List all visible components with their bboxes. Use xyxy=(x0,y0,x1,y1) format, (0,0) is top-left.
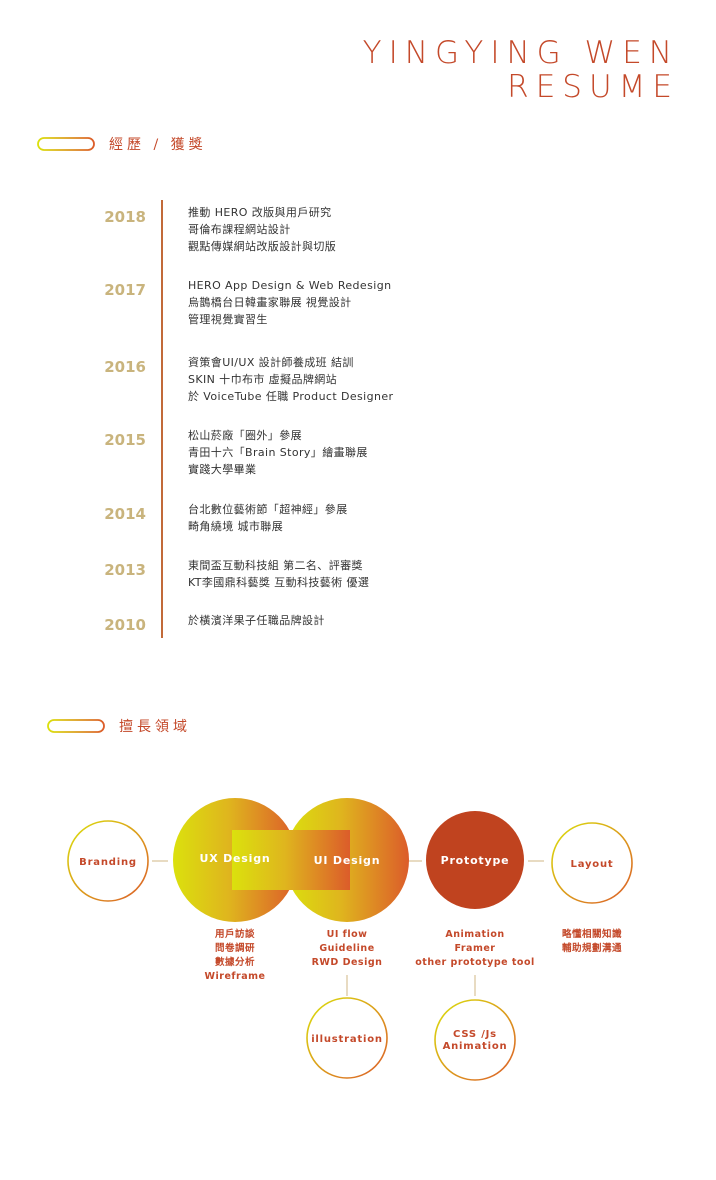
timeline-year: 2010 xyxy=(104,616,146,634)
pill-icon xyxy=(47,719,105,733)
list-item: Framer xyxy=(454,943,496,954)
experience-section-header: 經歷 / 獲獎 xyxy=(37,134,207,154)
list-item: Wireframe xyxy=(204,971,266,982)
timeline-item: KT李國鼎科藝獎 互動科技藝術 優選 xyxy=(188,576,370,589)
timeline-year: 2014 xyxy=(104,505,146,523)
name-heading: YINGYING WEN xyxy=(362,35,679,71)
pill-icon xyxy=(37,137,95,151)
experience-heading: 經歷 / 獲獎 xyxy=(109,137,207,153)
blob-neck-top xyxy=(265,778,317,810)
timeline-item: 資策會UI/UX 設計師養成班 結訓 xyxy=(188,356,354,369)
timeline-item: 台北數位藝術節「超神經」參展 xyxy=(188,503,348,516)
list-item: 數據分析 xyxy=(214,957,255,968)
css-js-node xyxy=(434,999,516,1081)
timeline-year: 2018 xyxy=(104,208,146,226)
timeline-item: SKIN 十巾布市 虛擬品牌網站 xyxy=(188,373,338,386)
timeline-line xyxy=(161,200,163,638)
list-item: 用戶訪談 xyxy=(214,929,255,940)
list-item: RWD Design xyxy=(311,957,383,968)
list-item: 輔助規劃溝通 xyxy=(561,943,622,954)
resume-title: YINGYING WEN RESUME xyxy=(363,36,679,104)
timeline-item: 東間盃互動科技組 第二名、評審獎 xyxy=(188,559,363,572)
timeline-item: 畸角繞境 城市聯展 xyxy=(188,520,284,533)
list-item: other prototype tool xyxy=(415,957,535,968)
prototype-skill-list: Animation Framer other prototype tool xyxy=(405,928,545,970)
ui-design-label: UI Design xyxy=(314,854,381,867)
list-item: 略懂相關知識 xyxy=(561,929,622,940)
timeline-item: 管理視覺實習生 xyxy=(188,313,268,326)
ux-skill-list: 用戶訪談 問卷調研 數據分析 Wireframe xyxy=(185,928,285,984)
timeline-item: 青田十六「Brain Story」繪畫聯展 xyxy=(188,446,368,459)
timeline-year: 2015 xyxy=(104,431,146,449)
layout-label: Layout xyxy=(571,859,614,870)
prototype-label: Prototype xyxy=(441,854,510,867)
branding-label: Branding xyxy=(79,857,137,868)
resume-heading: RESUME xyxy=(507,69,679,106)
list-item: 問卷調研 xyxy=(214,943,255,954)
timeline-item: 實踐大學畢業 xyxy=(188,463,257,476)
illustration-label: illustration xyxy=(311,1034,383,1045)
timeline-item: 烏鵲橋台日韓畫家聯展 視覺設計 xyxy=(188,296,352,309)
list-item: UI flow xyxy=(326,929,368,940)
timeline-item: 於橫濱洋果子任職品牌設計 xyxy=(188,614,325,627)
timeline-year: 2017 xyxy=(104,281,146,299)
timeline-item: 於 VoiceTube 任職 Product Designer xyxy=(188,390,394,403)
timeline-item: HERO App Design & Web Redesign xyxy=(188,279,392,292)
timeline-item: 推動 HERO 改版與用戶研究 xyxy=(188,206,332,219)
skills-heading: 擅長領域 xyxy=(119,719,191,735)
css-animation-label: Animation xyxy=(443,1041,508,1052)
layout-skill-list: 略懂相關知識 輔助規劃溝通 xyxy=(547,928,637,956)
timeline-item: 觀點傳媒網站改版設計與切版 xyxy=(188,240,337,253)
timeline-year: 2013 xyxy=(104,561,146,579)
ui-skill-list: UI flow Guideline RWD Design xyxy=(297,928,397,970)
timeline-item: 松山菸廠「圈外」參展 xyxy=(188,429,302,442)
skills-section-header: 擅長領域 xyxy=(47,716,191,736)
list-item: Guideline xyxy=(319,943,375,954)
list-item: Animation xyxy=(445,929,505,940)
timeline-item: 哥倫布課程網站設計 xyxy=(188,223,291,236)
css-js-label: CSS /Js xyxy=(453,1029,497,1040)
ux-design-label: UX Design xyxy=(199,852,270,865)
timeline-year: 2016 xyxy=(104,358,146,376)
